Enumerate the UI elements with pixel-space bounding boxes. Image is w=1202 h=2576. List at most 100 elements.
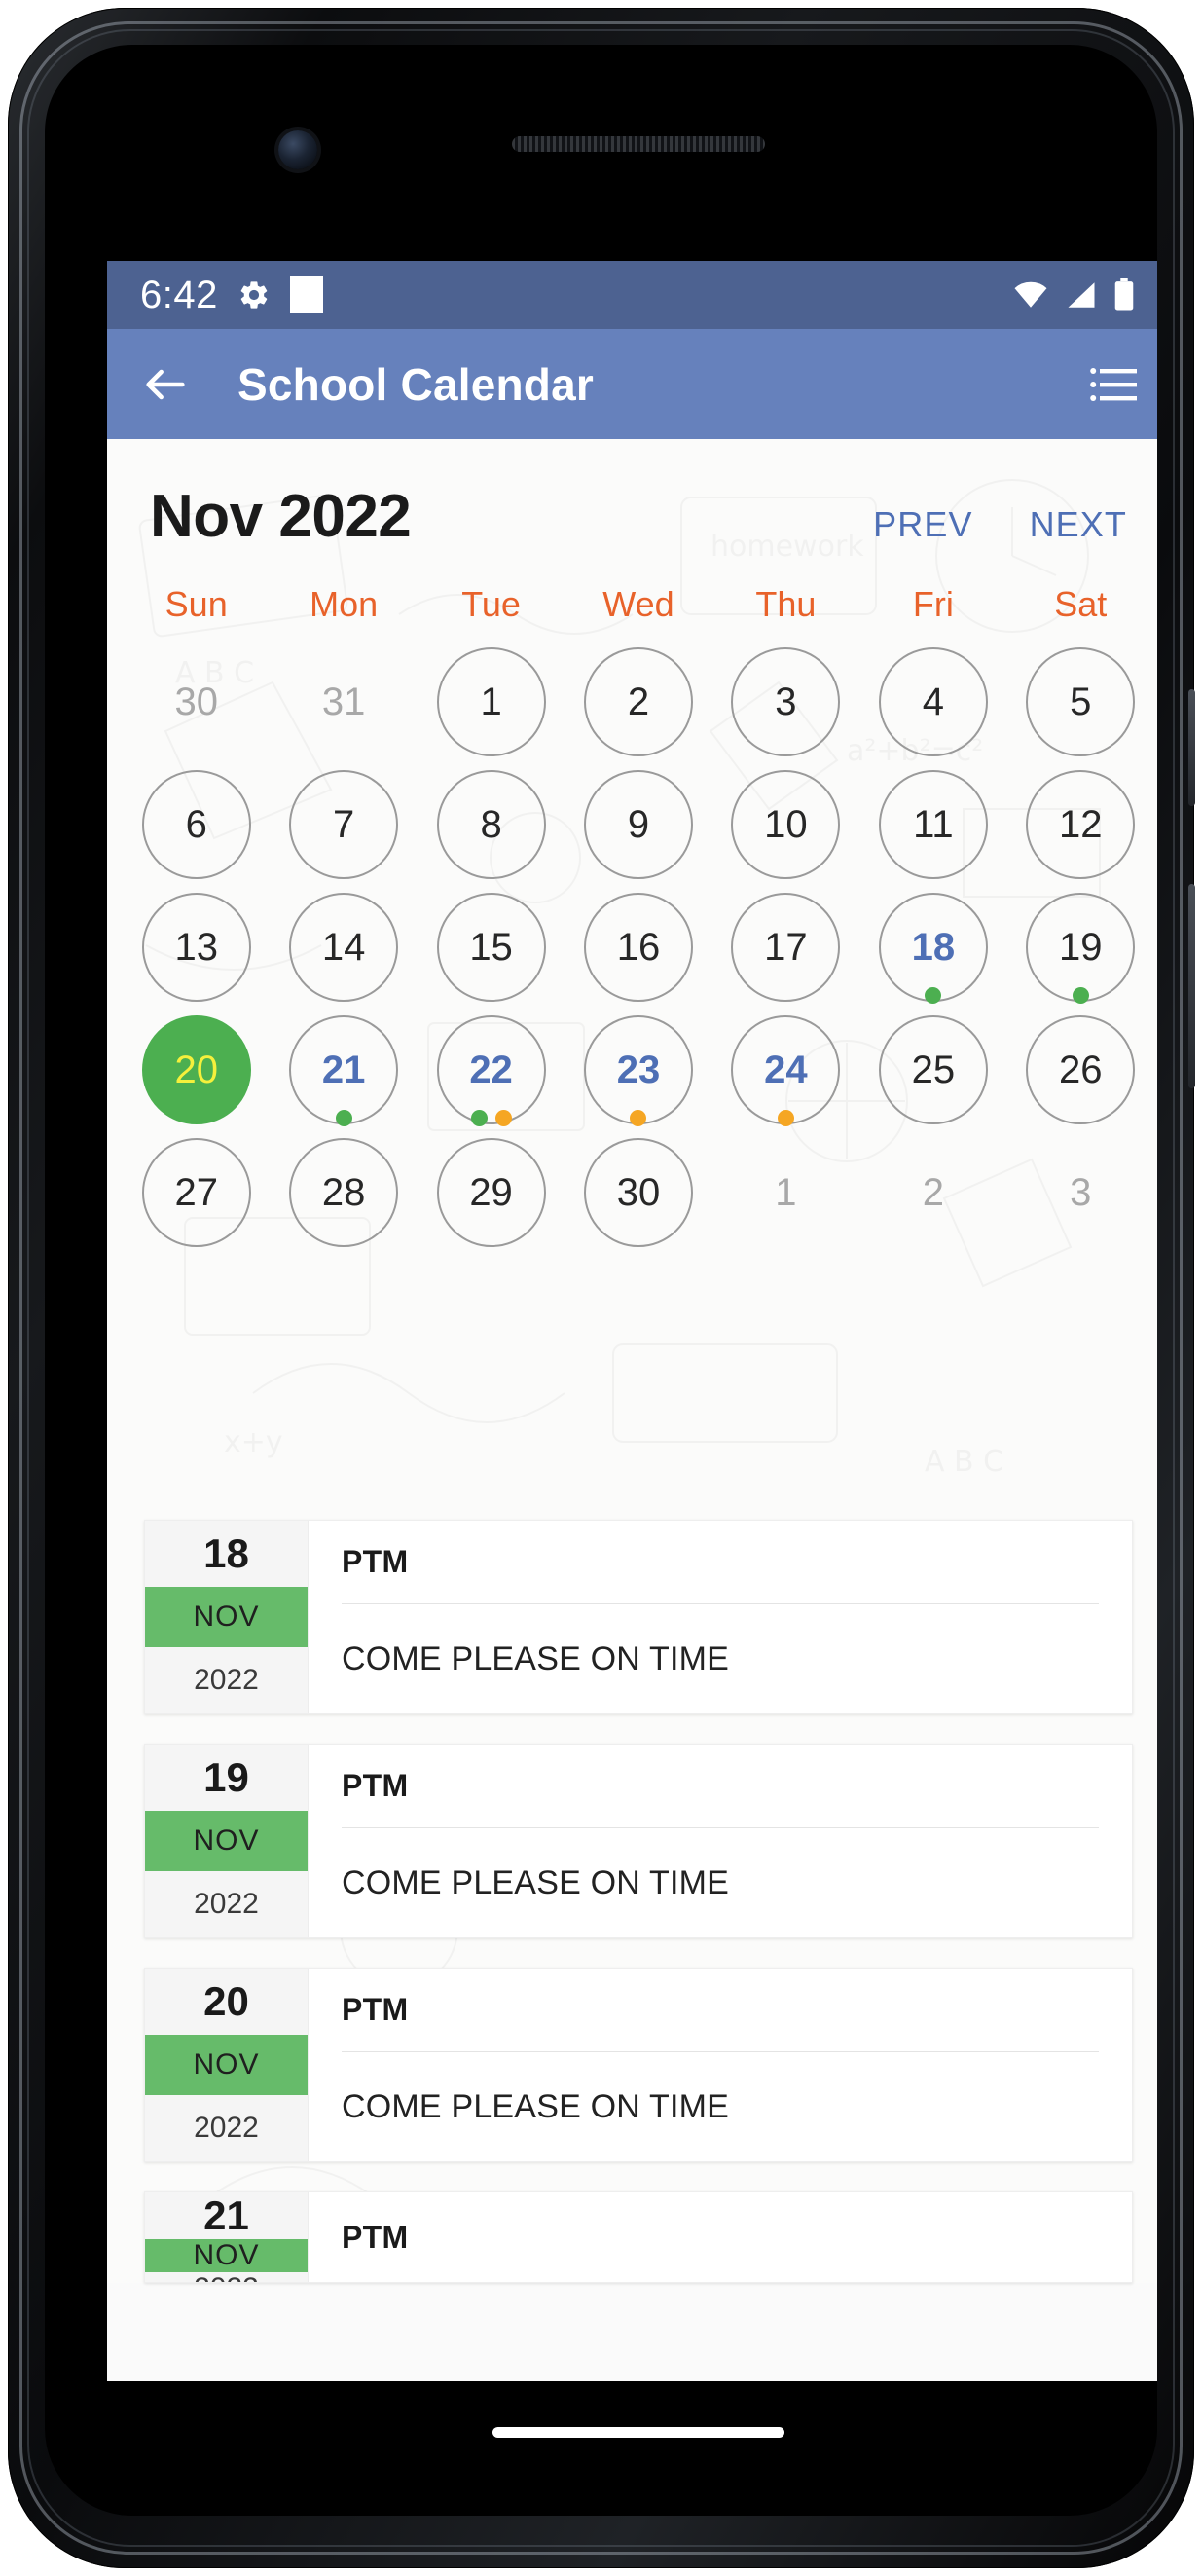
- calendar-day-cell[interactable]: 28: [270, 1131, 417, 1254]
- calendar-day-cell[interactable]: 26: [1007, 1009, 1154, 1131]
- calendar-day-cell[interactable]: 22: [418, 1009, 565, 1131]
- day-20[interactable]: 20: [141, 1015, 251, 1124]
- event-card[interactable]: 21NOV2022 PTM: [144, 2191, 1133, 2283]
- calendar-day-cell[interactable]: 30: [123, 641, 270, 763]
- day-18[interactable]: 18: [878, 893, 988, 1004]
- day-23[interactable]: 23: [583, 1015, 693, 1126]
- day-19[interactable]: 19: [1026, 893, 1136, 1004]
- day-5[interactable]: 5: [1026, 647, 1136, 756]
- calendar-day-cell[interactable]: 21: [270, 1009, 417, 1131]
- day-24[interactable]: 24: [731, 1015, 841, 1126]
- event-date-year: 2022: [194, 1664, 259, 1696]
- calendar-day-cell[interactable]: 5: [1007, 641, 1154, 763]
- day-4[interactable]: 4: [878, 647, 988, 756]
- day-3[interactable]: 3: [1026, 1138, 1135, 1247]
- day-14[interactable]: 14: [289, 893, 399, 1002]
- event-dots: [733, 1110, 838, 1126]
- event-dot-green: [335, 1110, 352, 1126]
- calendar-day-cell[interactable]: 31: [270, 641, 417, 763]
- day-25[interactable]: 25: [878, 1015, 988, 1124]
- hamburger-menu-icon[interactable]: [1090, 365, 1137, 404]
- calendar-day-cell[interactable]: 11: [859, 763, 1006, 886]
- calendar-day-cell[interactable]: 10: [712, 763, 859, 886]
- event-date-day: 21: [203, 2192, 249, 2238]
- back-arrow-icon[interactable]: [140, 359, 191, 410]
- day-27[interactable]: 27: [141, 1138, 251, 1247]
- calendar-day-cell[interactable]: 1: [418, 641, 565, 763]
- event-dots: [291, 1110, 396, 1126]
- day-8[interactable]: 8: [436, 770, 546, 879]
- day-15[interactable]: 15: [436, 893, 546, 1002]
- app-bar: School Calendar: [107, 329, 1157, 439]
- day-29[interactable]: 29: [436, 1138, 546, 1247]
- event-card[interactable]: 19 NOV 2022 PTM COME PLEASE ON TIME: [144, 1744, 1133, 1938]
- calendar-day-cell[interactable]: 2: [859, 1131, 1006, 1254]
- calendar-day-cell[interactable]: 16: [565, 886, 711, 1009]
- day-22[interactable]: 22: [436, 1015, 546, 1126]
- day-12[interactable]: 12: [1026, 770, 1136, 879]
- day-9[interactable]: 9: [583, 770, 693, 879]
- prev-month-button[interactable]: PREV: [873, 504, 972, 545]
- day-3[interactable]: 3: [731, 647, 841, 756]
- event-date-block: 20 NOV 2022: [145, 1969, 309, 2161]
- event-date-block: 19 NOV 2022: [145, 1745, 309, 1937]
- calendar-day-cell[interactable]: 19: [1007, 886, 1154, 1009]
- event-date-month: NOV: [145, 2239, 308, 2272]
- day-2[interactable]: 2: [583, 647, 693, 756]
- next-month-button[interactable]: NEXT: [1030, 504, 1127, 545]
- calendar-day-cell[interactable]: 6: [123, 763, 270, 886]
- calendar-day-cell[interactable]: 20: [123, 1009, 270, 1131]
- day-17[interactable]: 17: [731, 893, 841, 1002]
- calendar-day-cell[interactable]: 3: [1007, 1131, 1154, 1254]
- event-card[interactable]: 18 NOV 2022 PTM COME PLEASE ON TIME: [144, 1520, 1133, 1714]
- day-31[interactable]: 31: [289, 647, 398, 756]
- event-list: a²+b²=c² 18NOV2022PTMCOME PLEASE ON TIME…: [107, 1520, 1157, 2283]
- day-11[interactable]: 11: [878, 770, 988, 879]
- event-dot-orange: [777, 1110, 794, 1126]
- event-card[interactable]: 20 NOV 2022 PTM COME PLEASE ON TIME: [144, 1968, 1133, 2162]
- event-body: PTM COME PLEASE ON TIME: [309, 1521, 1132, 1713]
- day-1[interactable]: 1: [436, 647, 546, 756]
- calendar-header: Nov 2022 PREV NEXT: [107, 439, 1157, 551]
- event-date-month: NOV: [145, 1811, 308, 1871]
- day-13[interactable]: 13: [141, 893, 251, 1002]
- day-10[interactable]: 10: [731, 770, 841, 879]
- calendar-day-cell[interactable]: 27: [123, 1131, 270, 1254]
- calendar-day-cell[interactable]: 15: [418, 886, 565, 1009]
- volume-button[interactable]: [1188, 689, 1195, 806]
- home-gesture-pill[interactable]: [492, 2426, 784, 2438]
- calendar-day-cell[interactable]: 18: [859, 886, 1006, 1009]
- day-21[interactable]: 21: [289, 1015, 399, 1126]
- wifi-icon: [1014, 281, 1047, 308]
- calendar-day-cell[interactable]: 7: [270, 763, 417, 886]
- weekday-header-mon: Mon: [310, 584, 379, 624]
- calendar-day-cell[interactable]: 14: [270, 886, 417, 1009]
- day-16[interactable]: 16: [583, 893, 693, 1002]
- day-2[interactable]: 2: [879, 1138, 988, 1247]
- power-button[interactable]: [1188, 884, 1195, 1088]
- day-30[interactable]: 30: [583, 1138, 693, 1247]
- calendar-day-cell[interactable]: 8: [418, 763, 565, 886]
- calendar-day-cell[interactable]: 30: [565, 1131, 711, 1254]
- day-26[interactable]: 26: [1026, 1015, 1136, 1124]
- calendar-day-cell[interactable]: 9: [565, 763, 711, 886]
- weekday-header-row: Sun Mon Tue Wed Thu Fri Sat: [107, 551, 1157, 631]
- calendar-day-cell[interactable]: 4: [859, 641, 1006, 763]
- calendar-day-cell[interactable]: 17: [712, 886, 859, 1009]
- calendar-day-cell[interactable]: 24: [712, 1009, 859, 1131]
- calendar-day-cell[interactable]: 13: [123, 886, 270, 1009]
- calendar-day-cell[interactable]: 23: [565, 1009, 711, 1131]
- calendar-day-cell[interactable]: 1: [712, 1131, 859, 1254]
- weekday-header-sat: Sat: [1054, 584, 1108, 624]
- day-6[interactable]: 6: [141, 770, 251, 879]
- calendar-day-cell[interactable]: 3: [712, 641, 859, 763]
- weekday-header-wed: Wed: [602, 584, 674, 624]
- day-28[interactable]: 28: [289, 1138, 399, 1247]
- calendar-day-cell[interactable]: 25: [859, 1009, 1006, 1131]
- day-7[interactable]: 7: [289, 770, 399, 879]
- day-30[interactable]: 30: [142, 647, 251, 756]
- calendar-day-cell[interactable]: 2: [565, 641, 711, 763]
- calendar-day-cell[interactable]: 12: [1007, 763, 1154, 886]
- day-1[interactable]: 1: [731, 1138, 840, 1247]
- calendar-day-cell[interactable]: 29: [418, 1131, 565, 1254]
